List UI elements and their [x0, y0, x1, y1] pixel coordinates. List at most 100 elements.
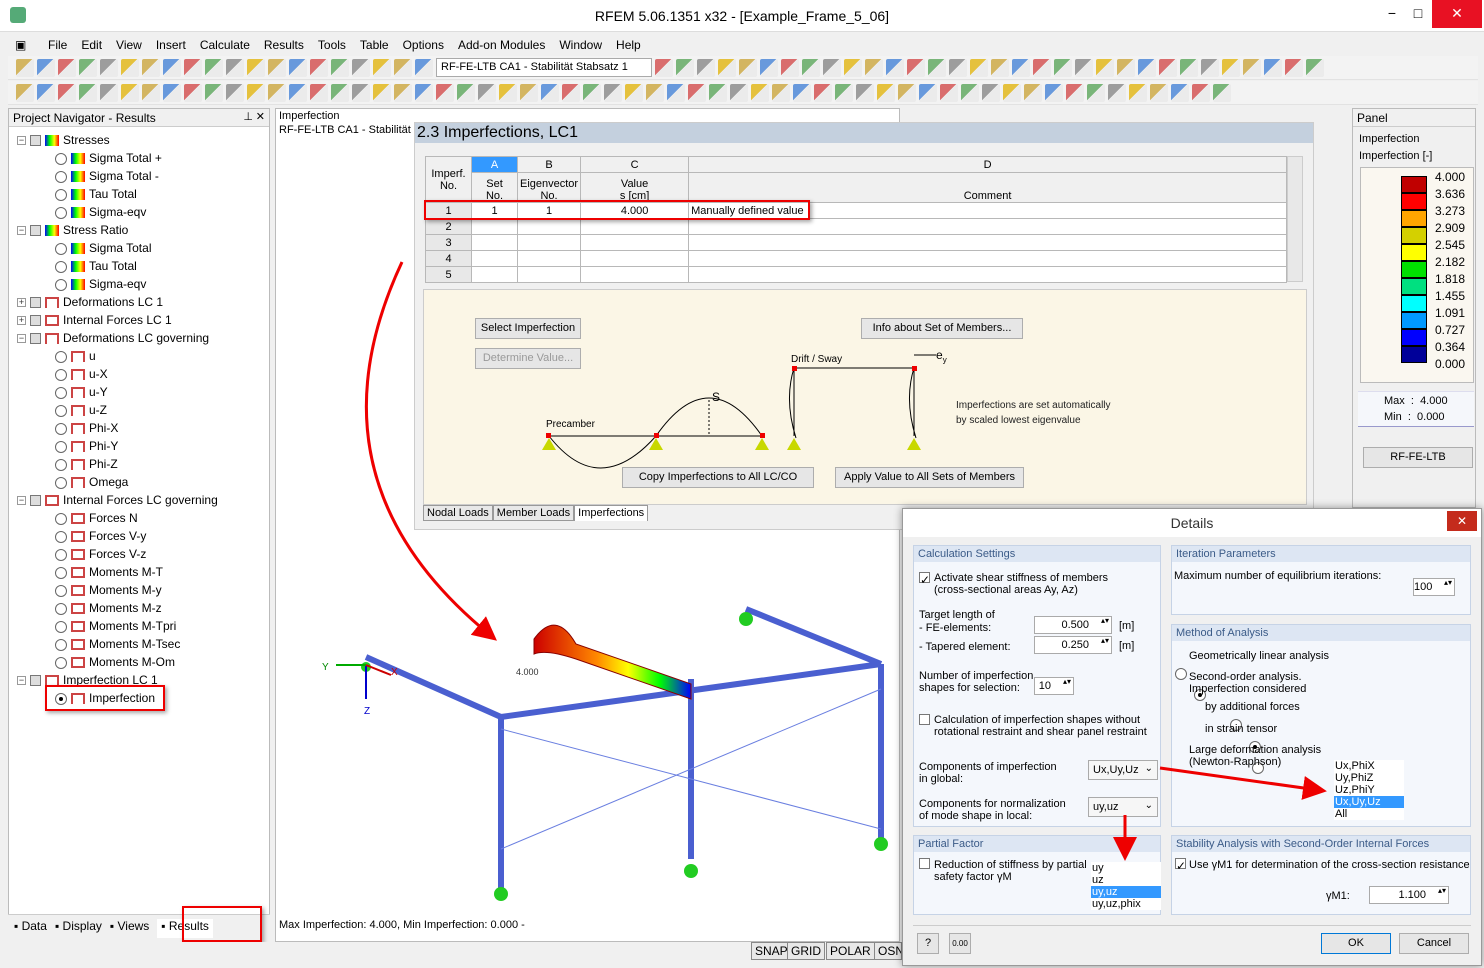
tree-item[interactable]: Moments M-Tsec [55, 635, 180, 653]
toolbar-button-icon[interactable] [247, 83, 265, 102]
toolbar-button-icon[interactable] [907, 58, 925, 77]
toolbar-button-icon[interactable] [823, 58, 841, 77]
radio-button[interactable] [55, 476, 67, 489]
reduction-stiffness-checkbox[interactable] [919, 858, 930, 869]
radio-button[interactable] [55, 242, 67, 255]
dropdown-option[interactable]: All [1334, 808, 1404, 820]
row-header[interactable]: 3 [425, 234, 472, 251]
toolbar-button-icon[interactable] [814, 83, 832, 102]
toolbar-button-icon[interactable] [877, 83, 895, 102]
table-cell[interactable] [516, 250, 582, 267]
tree-item[interactable]: + Internal Forces LC 1 [17, 311, 172, 329]
toolbar-button-icon[interactable] [1117, 58, 1135, 77]
table-scrollbar[interactable] [1287, 156, 1303, 282]
grid-toggle[interactable]: GRID [787, 942, 825, 960]
dropdown-option[interactable]: uy,uz,phix [1091, 898, 1161, 910]
toolbar-button-icon[interactable] [1045, 83, 1063, 102]
toolbar-button-icon[interactable] [1264, 58, 1282, 77]
toolbar-button-icon[interactable] [205, 58, 223, 77]
radio-button[interactable] [55, 152, 67, 165]
toolbar-button-icon[interactable] [79, 58, 97, 77]
radio-button[interactable] [55, 548, 67, 561]
tapered-element-input[interactable]: 0.250 [1034, 636, 1112, 654]
expand-icon[interactable]: − [17, 226, 26, 236]
radio-button[interactable] [55, 656, 67, 669]
toolbar-button-icon[interactable] [121, 58, 139, 77]
toolbar-button-icon[interactable] [247, 58, 265, 77]
tree-item[interactable]: Forces V-y [55, 527, 146, 545]
shapes-count-input[interactable]: 10 [1034, 677, 1074, 695]
table-cell[interactable] [516, 234, 582, 251]
toolbar-button-icon[interactable] [436, 83, 454, 102]
toolbar-button-icon[interactable] [100, 83, 118, 102]
toolbar-button-icon[interactable] [1075, 58, 1093, 77]
toolbar-button-icon[interactable] [37, 58, 55, 77]
max-iterations-input[interactable]: 100 [1413, 578, 1455, 596]
pin-icon[interactable]: ⊥ [243, 110, 253, 123]
dropdown-option[interactable]: Uy,PhiZ [1334, 772, 1404, 784]
without-restraint-checkbox[interactable] [919, 714, 930, 725]
menu-tools[interactable]: Tools [311, 36, 353, 54]
menu-help[interactable]: Help [609, 36, 648, 54]
osnap-toggle[interactable]: OSNAP [874, 942, 902, 960]
toolbar-button-icon[interactable] [373, 58, 391, 77]
tree-item[interactable]: Tau Total [55, 257, 137, 275]
row-header[interactable]: 5 [425, 266, 472, 283]
table-cell[interactable] [580, 218, 690, 235]
snap-toggle[interactable]: SNAP [751, 942, 792, 960]
toolbar-button-icon[interactable] [58, 83, 76, 102]
toolbar-button-icon[interactable] [970, 58, 988, 77]
toolbar-button-icon[interactable] [1129, 83, 1147, 102]
toolbar-button-icon[interactable] [1306, 58, 1324, 77]
toolbar-button-icon[interactable] [352, 83, 370, 102]
tree-item[interactable]: Moments M-T [55, 563, 163, 581]
menu-file[interactable]: File [41, 36, 74, 54]
tree-item[interactable]: Moments M-z [55, 599, 162, 617]
tree-item[interactable]: − Stress Ratio [17, 221, 128, 239]
menu-edit[interactable]: Edit [74, 36, 109, 54]
dropdown-option[interactable]: uz [1091, 874, 1161, 886]
toolbar-button-icon[interactable] [835, 83, 853, 102]
rf-fe-ltb-button[interactable]: RF-FE-LTB [1363, 447, 1473, 468]
toolbar-button-icon[interactable] [898, 83, 916, 102]
toolbar-button-icon[interactable] [16, 58, 34, 77]
toolbar-button-icon[interactable] [583, 83, 601, 102]
radio-button[interactable] [55, 602, 67, 615]
toolbar-button-icon[interactable] [856, 83, 874, 102]
local-components-dropdown[interactable]: uy,uz ⌄ [1088, 797, 1158, 817]
close-icon[interactable]: ✕ [256, 110, 265, 123]
toolbar-button-icon[interactable] [793, 83, 811, 102]
menu-calculate[interactable]: Calculate [193, 36, 257, 54]
table-row[interactable]: 2 [425, 218, 1287, 235]
local-components-options[interactable]: uy uz uy,uz uy,uz,phix [1091, 862, 1161, 910]
toolbar-button-icon[interactable] [802, 58, 820, 77]
toolbar-button-icon[interactable] [1096, 58, 1114, 77]
toolbar-button-icon[interactable] [184, 83, 202, 102]
toolbar-button-icon[interactable] [373, 83, 391, 102]
toolbar-button-icon[interactable] [1066, 83, 1084, 102]
tree-item[interactable]: Phi-Z [55, 455, 118, 473]
dropdown-option[interactable]: uy,uz [1091, 886, 1161, 898]
tree-item[interactable]: u-Z [55, 401, 107, 419]
toolbar-button-icon[interactable] [709, 83, 727, 102]
checkbox[interactable] [30, 225, 41, 237]
table-cell[interactable] [471, 218, 518, 235]
toolbar-button-icon[interactable] [991, 58, 1009, 77]
menu-add-on-modules[interactable]: Add-on Modules [451, 36, 552, 54]
toolbar-button-icon[interactable] [1054, 58, 1072, 77]
toolbar-button-icon[interactable] [949, 58, 967, 77]
toolbar-button-icon[interactable] [226, 58, 244, 77]
table-row[interactable]: 3 [425, 234, 1287, 251]
expand-icon[interactable]: − [17, 676, 26, 686]
tab-nodal-loads[interactable]: Nodal Loads [423, 505, 493, 521]
table-cell[interactable] [471, 266, 518, 283]
global-components-options[interactable]: Ux,PhiX Uy,PhiZ Uz,PhiY Ux,Uy,Uz All [1334, 760, 1404, 820]
tree-item[interactable]: u-Y [55, 383, 108, 401]
toolbar-button-icon[interactable] [1150, 83, 1168, 102]
toolbar-button-icon[interactable] [226, 83, 244, 102]
toolbar-button-icon[interactable] [760, 58, 778, 77]
tree-item[interactable]: − Internal Forces LC governing [17, 491, 218, 509]
tree-item[interactable]: Moments M-Tpri [55, 617, 176, 635]
radio-button[interactable] [55, 458, 67, 471]
tree-item[interactable]: Sigma Total - [55, 167, 159, 185]
